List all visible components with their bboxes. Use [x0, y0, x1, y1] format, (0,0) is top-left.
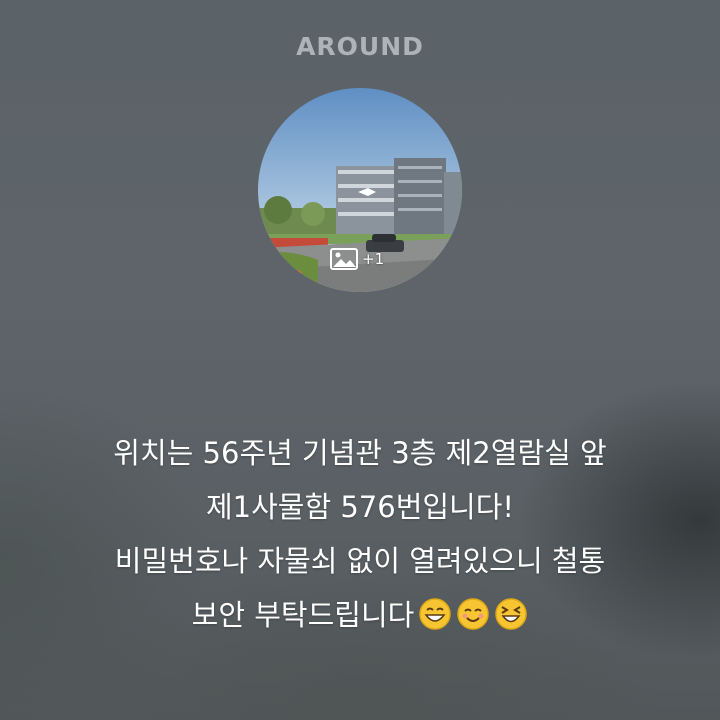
- post-photo-thumbnail[interactable]: +1: [258, 88, 462, 292]
- smiling-emoji: [457, 598, 490, 630]
- photo-extra-count: +1: [362, 250, 385, 268]
- caption-line-with-emojis: 보안 부탁드립니다: [20, 588, 700, 642]
- photo-count-badge: +1: [330, 248, 384, 270]
- caption-line: 비밀번호나 자물쇠 없이 열려있으니 철통: [114, 544, 606, 578]
- app-logo: AROUND: [296, 32, 424, 61]
- laughing-emoji: [495, 598, 528, 630]
- grinning-emoji: [419, 598, 452, 630]
- caption-line: 보안 부탁드립니다: [191, 598, 415, 632]
- post-caption: 위치는 56주년 기념관 3층 제2열람실 앞 제1사물함 576번입니다! 비…: [20, 426, 700, 642]
- caption-line: 위치는 56주년 기념관 3층 제2열람실 앞: [113, 436, 607, 470]
- caption-line: 제1사물함 576번입니다!: [205, 490, 515, 524]
- image-icon: [330, 248, 358, 270]
